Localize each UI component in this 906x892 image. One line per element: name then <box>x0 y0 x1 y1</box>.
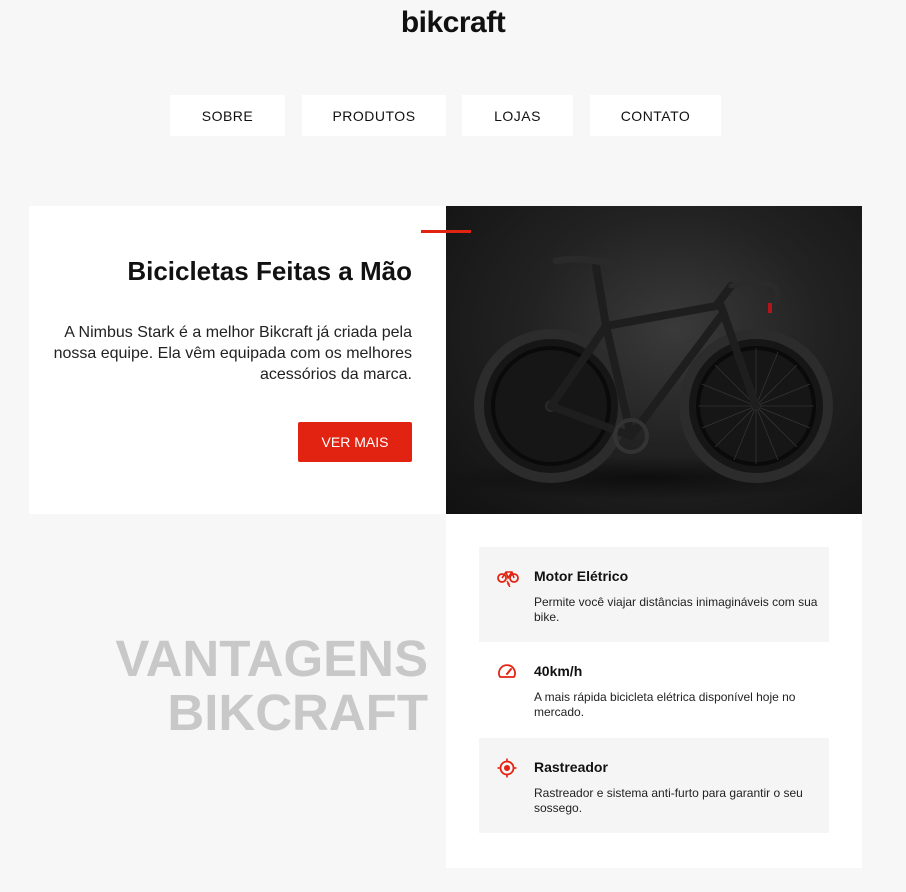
main-nav: SOBRE PRODUTOS LOJAS CONTATO <box>0 95 906 136</box>
features-panel: Motor Elétrico Permite você viajar distâ… <box>446 514 862 868</box>
feature-description: A mais rápida bicicleta elétrica disponí… <box>534 690 796 719</box>
road-bike-icon <box>446 255 846 500</box>
feature-card: Motor Elétrico Permite você viajar distâ… <box>479 547 829 642</box>
nav-item-sobre[interactable]: SOBRE <box>170 95 285 136</box>
ver-mais-button[interactable]: VER MAIS <box>298 422 412 462</box>
feature-card: 40km/h A mais rápida bicicleta elétrica … <box>479 642 829 737</box>
hero-title: Bicicletas Feitas a Mão <box>127 256 412 286</box>
feature-description: Rastreador e sistema anti-furto para gar… <box>534 786 803 815</box>
hero-text-panel: Bicicletas Feitas a Mão A Nimbus Stark é… <box>29 206 446 514</box>
logo[interactable]: bikcraft <box>0 6 906 40</box>
nav-item-contato[interactable]: CONTATO <box>590 95 721 136</box>
nav-item-lojas[interactable]: LOJAS <box>462 95 573 136</box>
feature-card: Rastreador Rastreador e sistema anti-fur… <box>479 738 829 833</box>
advantages-heading-line1: VANTAGENS <box>115 630 428 687</box>
feature-title: Rastreador <box>534 759 608 775</box>
accent-line <box>421 230 471 233</box>
feature-title: Motor Elétrico <box>534 568 629 584</box>
speedometer-icon <box>497 662 517 682</box>
target-icon <box>497 758 517 778</box>
electric-bike-icon <box>497 567 519 588</box>
advantages-heading: VANTAGENS BIKCRAFT <box>115 632 428 740</box>
feature-title: 40km/h <box>534 663 583 679</box>
feature-description: Permite você viajar distâncias inimaginá… <box>534 595 818 624</box>
nav-item-produtos[interactable]: PRODUTOS <box>302 95 446 136</box>
hero-description: A Nimbus Stark é a melhor Bikcraft já cr… <box>53 324 412 383</box>
hero-bike-image <box>446 206 862 514</box>
advantages-heading-line2: BIKCRAFT <box>167 684 428 741</box>
